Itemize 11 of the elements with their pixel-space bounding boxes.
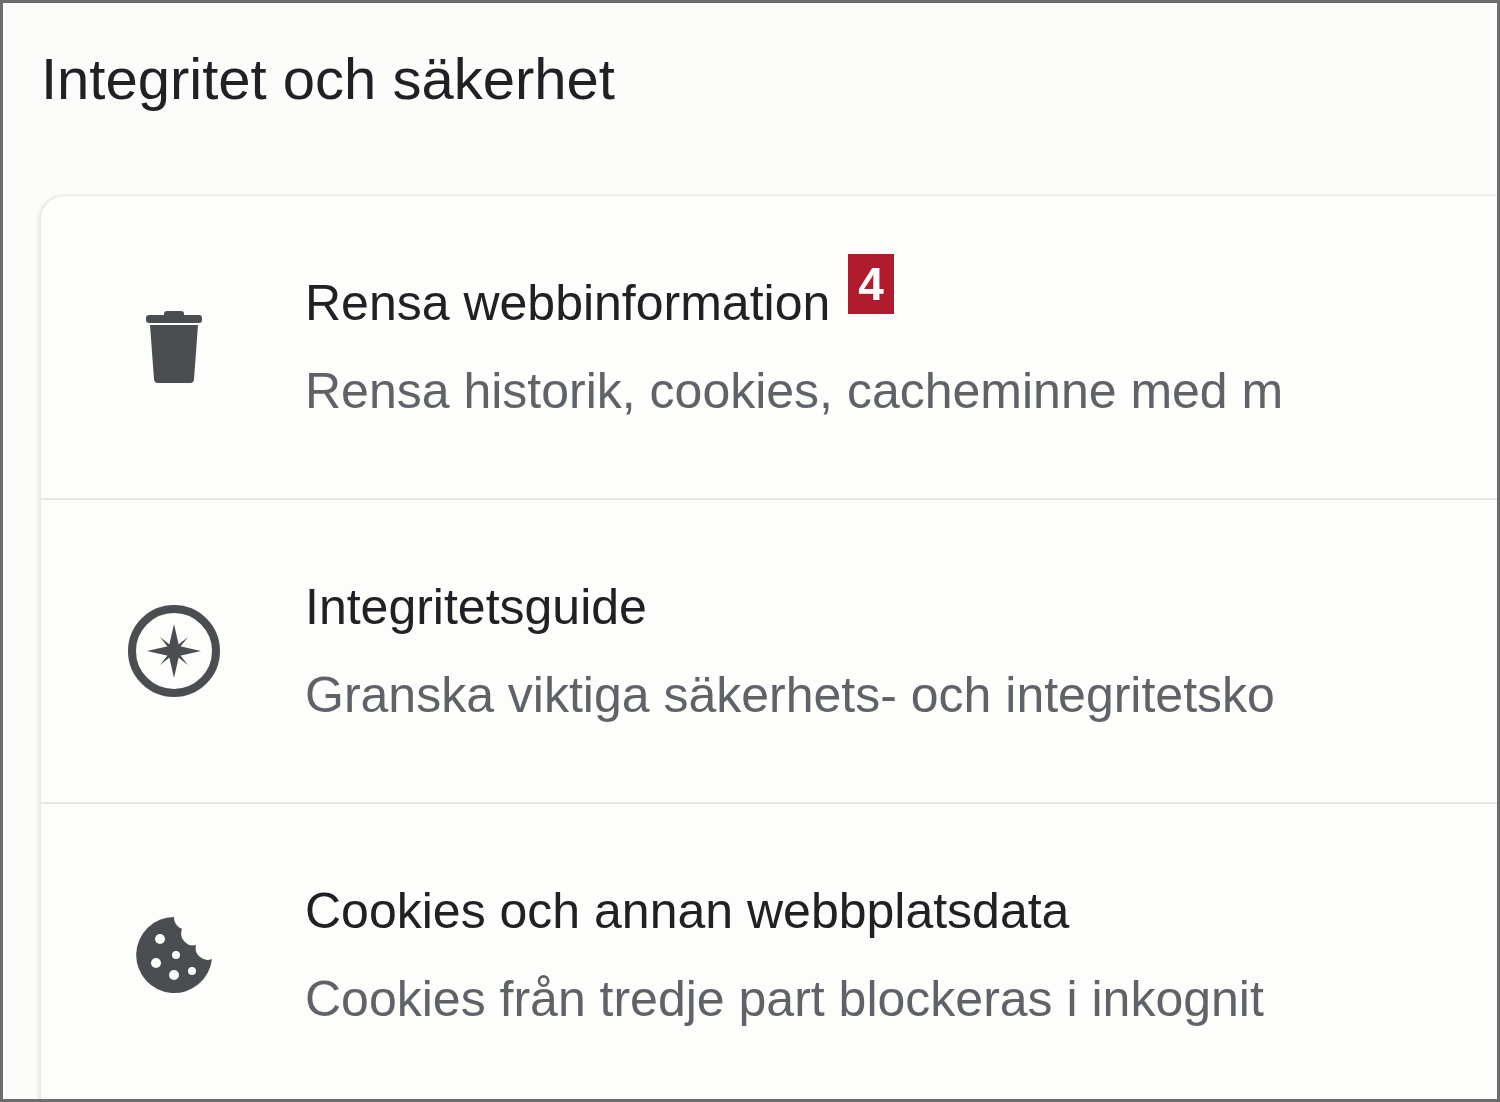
trash-icon [146,311,202,383]
row-title[interactable]: Integritetsguide [305,578,647,636]
page-title: Integritet och säkerhet [40,45,616,113]
row-description: Rensa historik, cookies, cacheminne med m [305,362,1284,420]
row-title[interactable]: Rensa webbinformation [305,274,831,332]
row-description: Granska viktiga säkerhets- och integritetsko [305,666,1275,724]
row-title[interactable]: Cookies och annan webbplatsdata [305,882,1070,940]
cookie-icon [134,915,214,995]
compass-icon [127,604,221,698]
row-description: Cookies från tredje part blockeras i inkognit [305,970,1264,1028]
number-badge: 4 [848,254,894,314]
